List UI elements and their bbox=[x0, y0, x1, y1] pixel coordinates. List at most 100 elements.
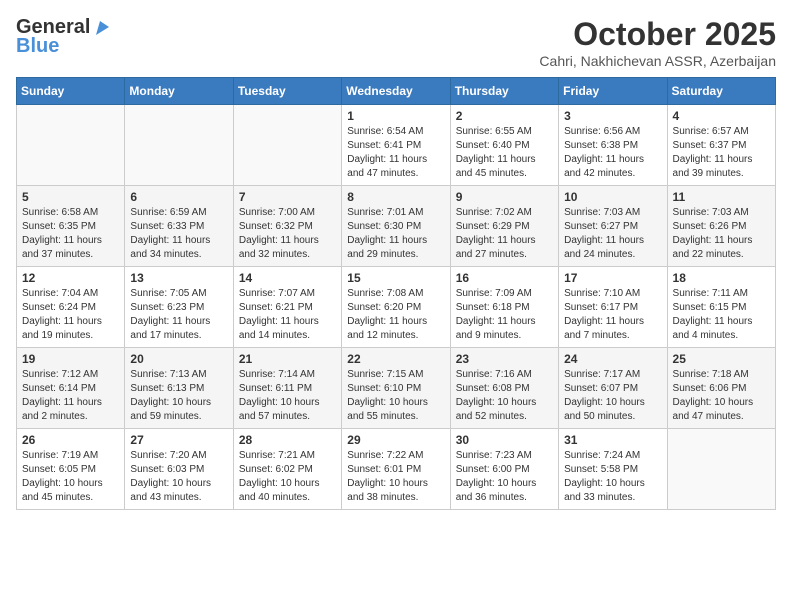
day-info: Sunrise: 7:03 AM Sunset: 6:27 PM Dayligh… bbox=[564, 206, 661, 262]
day-number: 19 bbox=[22, 352, 119, 366]
calendar-cell: 12 Sunrise: 7:04 AM Sunset: 6:24 PM Dayli… bbox=[17, 267, 125, 348]
calendar-cell: 8 Sunrise: 7:01 AM Sunset: 6:30 PM Daylig… bbox=[342, 186, 450, 267]
day-info: Sunrise: 7:04 AM Sunset: 6:24 PM Dayligh… bbox=[22, 287, 119, 343]
day-info: Sunrise: 7:17 AM Sunset: 6:07 PM Dayligh… bbox=[564, 368, 661, 424]
calendar-cell: 14 Sunrise: 7:07 AM Sunset: 6:21 PM Dayli… bbox=[233, 267, 341, 348]
day-number: 31 bbox=[564, 433, 661, 447]
day-number: 25 bbox=[673, 352, 770, 366]
header-saturday: Saturday bbox=[667, 78, 775, 105]
logo-triangle-icon bbox=[91, 19, 109, 37]
day-number: 27 bbox=[130, 433, 227, 447]
day-number: 28 bbox=[239, 433, 336, 447]
calendar-cell bbox=[233, 105, 341, 186]
calendar-week-row: 19 Sunrise: 7:12 AM Sunset: 6:14 PM Dayli… bbox=[17, 348, 776, 429]
calendar-week-row: 1 Sunrise: 6:54 AM Sunset: 6:41 PM Daylig… bbox=[17, 105, 776, 186]
calendar-cell: 15 Sunrise: 7:08 AM Sunset: 6:20 PM Dayli… bbox=[342, 267, 450, 348]
day-number: 14 bbox=[239, 271, 336, 285]
logo-blue-text: Blue bbox=[16, 35, 59, 58]
calendar-cell: 2 Sunrise: 6:55 AM Sunset: 6:40 PM Daylig… bbox=[450, 105, 558, 186]
header-thursday: Thursday bbox=[450, 78, 558, 105]
calendar-cell: 17Sunrise: 7:10 AM Sunset: 6:17 PM Dayli… bbox=[559, 267, 667, 348]
day-number: 11 bbox=[673, 190, 770, 204]
day-number: 15 bbox=[347, 271, 444, 285]
calendar-cell: 26 Sunrise: 7:19 AM Sunset: 6:05 PM Dayli… bbox=[17, 429, 125, 510]
calendar-cell: 28 Sunrise: 7:21 AM Sunset: 6:02 PM Dayli… bbox=[233, 429, 341, 510]
day-number: 9 bbox=[456, 190, 553, 204]
day-number: 3 bbox=[564, 109, 661, 123]
day-number: 5 bbox=[22, 190, 119, 204]
day-info: Sunrise: 6:59 AM Sunset: 6:33 PM Dayligh… bbox=[130, 206, 227, 262]
day-number: 17 bbox=[564, 271, 661, 285]
day-info: Sunrise: 7:20 AM Sunset: 6:03 PM Dayligh… bbox=[130, 449, 227, 505]
day-info: Sunrise: 7:16 AM Sunset: 6:08 PM Dayligh… bbox=[456, 368, 553, 424]
day-number: 22 bbox=[347, 352, 444, 366]
header-monday: Monday bbox=[125, 78, 233, 105]
day-info: Sunrise: 7:21 AM Sunset: 6:02 PM Dayligh… bbox=[239, 449, 336, 505]
calendar-cell bbox=[667, 429, 775, 510]
day-number: 2 bbox=[456, 109, 553, 123]
calendar-week-row: 12 Sunrise: 7:04 AM Sunset: 6:24 PM Dayli… bbox=[17, 267, 776, 348]
calendar-cell: 24Sunrise: 7:17 AM Sunset: 6:07 PM Dayli… bbox=[559, 348, 667, 429]
day-number: 12 bbox=[22, 271, 119, 285]
day-info: Sunrise: 7:11 AM Sunset: 6:15 PM Dayligh… bbox=[673, 287, 770, 343]
calendar-cell: 7 Sunrise: 7:00 AM Sunset: 6:32 PM Daylig… bbox=[233, 186, 341, 267]
calendar-cell: 29 Sunrise: 7:22 AM Sunset: 6:01 PM Dayli… bbox=[342, 429, 450, 510]
day-number: 6 bbox=[130, 190, 227, 204]
calendar-cell bbox=[125, 105, 233, 186]
day-info: Sunrise: 7:23 AM Sunset: 6:00 PM Dayligh… bbox=[456, 449, 553, 505]
day-info: Sunrise: 7:07 AM Sunset: 6:21 PM Dayligh… bbox=[239, 287, 336, 343]
calendar-cell: 4Sunrise: 6:57 AM Sunset: 6:37 PM Daylig… bbox=[667, 105, 775, 186]
day-number: 8 bbox=[347, 190, 444, 204]
header-sunday: Sunday bbox=[17, 78, 125, 105]
day-info: Sunrise: 7:05 AM Sunset: 6:23 PM Dayligh… bbox=[130, 287, 227, 343]
day-info: Sunrise: 7:15 AM Sunset: 6:10 PM Dayligh… bbox=[347, 368, 444, 424]
day-number: 21 bbox=[239, 352, 336, 366]
day-number: 23 bbox=[456, 352, 553, 366]
calendar-header-row: SundayMondayTuesdayWednesdayThursdayFrid… bbox=[17, 78, 776, 105]
day-info: Sunrise: 6:56 AM Sunset: 6:38 PM Dayligh… bbox=[564, 125, 661, 181]
day-number: 20 bbox=[130, 352, 227, 366]
calendar-cell: 20 Sunrise: 7:13 AM Sunset: 6:13 PM Dayli… bbox=[125, 348, 233, 429]
calendar-cell: 3 Sunrise: 6:56 AM Sunset: 6:38 PM Daylig… bbox=[559, 105, 667, 186]
day-number: 18 bbox=[673, 271, 770, 285]
day-info: Sunrise: 7:24 AM Sunset: 5:58 PM Dayligh… bbox=[564, 449, 661, 505]
calendar-cell: 11 Sunrise: 7:03 AM Sunset: 6:26 PM Dayli… bbox=[667, 186, 775, 267]
day-info: Sunrise: 7:19 AM Sunset: 6:05 PM Dayligh… bbox=[22, 449, 119, 505]
calendar-cell: 23 Sunrise: 7:16 AM Sunset: 6:08 PM Dayli… bbox=[450, 348, 558, 429]
location-text: Cahri, Nakhichevan ASSR, Azerbaijan bbox=[539, 53, 776, 69]
day-number: 16 bbox=[456, 271, 553, 285]
day-number: 29 bbox=[347, 433, 444, 447]
day-info: Sunrise: 7:14 AM Sunset: 6:11 PM Dayligh… bbox=[239, 368, 336, 424]
calendar-cell: 1 Sunrise: 6:54 AM Sunset: 6:41 PM Daylig… bbox=[342, 105, 450, 186]
calendar-cell: 21 Sunrise: 7:14 AM Sunset: 6:11 PM Dayli… bbox=[233, 348, 341, 429]
calendar-cell: 9 Sunrise: 7:02 AM Sunset: 6:29 PM Daylig… bbox=[450, 186, 558, 267]
day-number: 26 bbox=[22, 433, 119, 447]
calendar-cell: 31 Sunrise: 7:24 AM Sunset: 5:58 PM Dayli… bbox=[559, 429, 667, 510]
calendar-week-row: 26 Sunrise: 7:19 AM Sunset: 6:05 PM Dayli… bbox=[17, 429, 776, 510]
day-number: 1 bbox=[347, 109, 444, 123]
day-info: Sunrise: 7:01 AM Sunset: 6:30 PM Dayligh… bbox=[347, 206, 444, 262]
day-info: Sunrise: 7:22 AM Sunset: 6:01 PM Dayligh… bbox=[347, 449, 444, 505]
header-friday: Friday bbox=[559, 78, 667, 105]
calendar-week-row: 5Sunrise: 6:58 AM Sunset: 6:35 PM Daylig… bbox=[17, 186, 776, 267]
calendar-cell: 10Sunrise: 7:03 AM Sunset: 6:27 PM Dayli… bbox=[559, 186, 667, 267]
calendar-cell: 13Sunrise: 7:05 AM Sunset: 6:23 PM Dayli… bbox=[125, 267, 233, 348]
day-number: 7 bbox=[239, 190, 336, 204]
day-number: 30 bbox=[456, 433, 553, 447]
day-info: Sunrise: 7:03 AM Sunset: 6:26 PM Dayligh… bbox=[673, 206, 770, 262]
day-info: Sunrise: 7:12 AM Sunset: 6:14 PM Dayligh… bbox=[22, 368, 119, 424]
calendar-cell: 18 Sunrise: 7:11 AM Sunset: 6:15 PM Dayli… bbox=[667, 267, 775, 348]
title-area: October 2025 Cahri, Nakhichevan ASSR, Az… bbox=[539, 16, 776, 69]
day-info: Sunrise: 6:55 AM Sunset: 6:40 PM Dayligh… bbox=[456, 125, 553, 181]
calendar-cell: 27 Sunrise: 7:20 AM Sunset: 6:03 PM Dayli… bbox=[125, 429, 233, 510]
day-info: Sunrise: 7:02 AM Sunset: 6:29 PM Dayligh… bbox=[456, 206, 553, 262]
day-info: Sunrise: 7:08 AM Sunset: 6:20 PM Dayligh… bbox=[347, 287, 444, 343]
calendar-cell: 5Sunrise: 6:58 AM Sunset: 6:35 PM Daylig… bbox=[17, 186, 125, 267]
page-header: General Blue October 2025 Cahri, Nakhich… bbox=[16, 16, 776, 69]
header-wednesday: Wednesday bbox=[342, 78, 450, 105]
month-title: October 2025 bbox=[539, 16, 776, 53]
day-info: Sunrise: 6:54 AM Sunset: 6:41 PM Dayligh… bbox=[347, 125, 444, 181]
day-info: Sunrise: 7:00 AM Sunset: 6:32 PM Dayligh… bbox=[239, 206, 336, 262]
calendar-cell: 6 Sunrise: 6:59 AM Sunset: 6:33 PM Daylig… bbox=[125, 186, 233, 267]
day-info: Sunrise: 7:13 AM Sunset: 6:13 PM Dayligh… bbox=[130, 368, 227, 424]
